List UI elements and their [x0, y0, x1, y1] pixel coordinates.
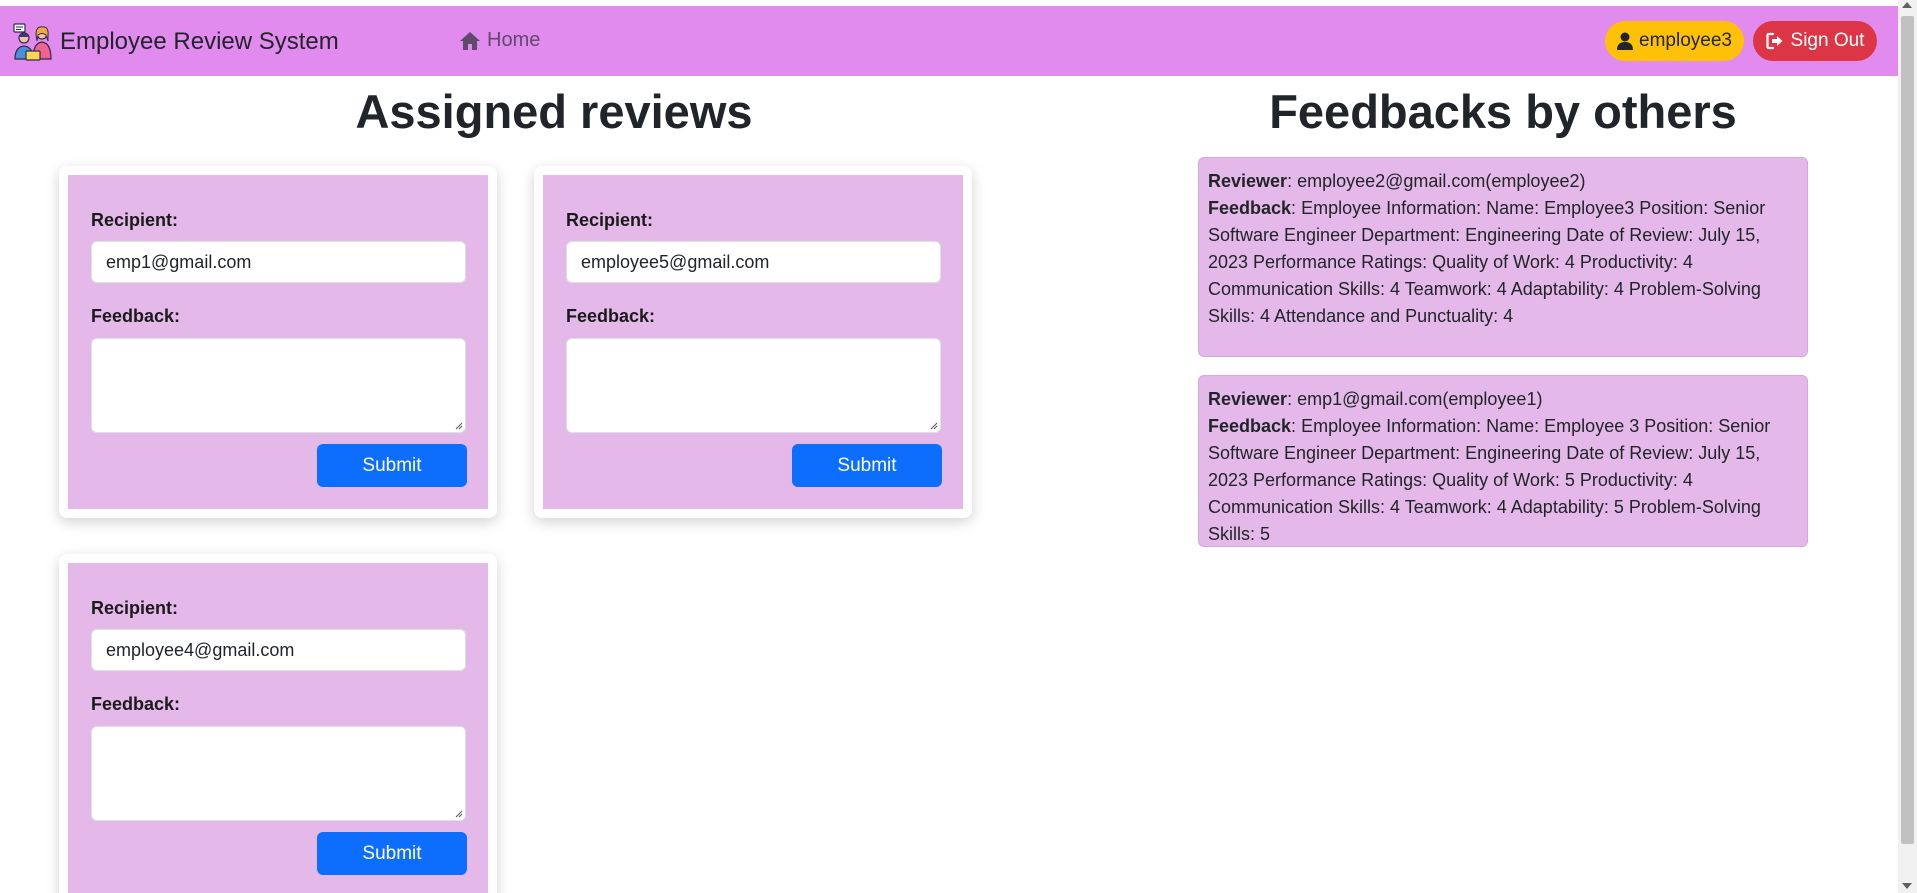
feedbacks-by-others-title: Feedbacks by others	[1269, 85, 1737, 138]
navbar: Employee Review System Home employee3 Si…	[0, 6, 1898, 76]
scroll-up-arrow-icon[interactable]	[1902, 2, 1912, 8]
feedback-label: Feedback	[1208, 416, 1292, 436]
brand-title: Employee Review System	[60, 28, 339, 55]
page: Employee Review System Home employee3 Si…	[0, 0, 1898, 893]
sign-out-button[interactable]: Sign Out	[1753, 21, 1877, 61]
resize-grip-icon[interactable]	[453, 808, 463, 818]
feedback-textarea[interactable]	[91, 726, 466, 821]
recipient-label: Recipient:	[566, 210, 654, 230]
feedback-text: Employee Information: Name: Employee3 Po…	[1208, 198, 1766, 326]
brand[interactable]: Employee Review System	[12, 20, 339, 64]
feedback-card: Reviewer: emp1@gmail.com(employee1) Feed…	[1198, 375, 1808, 547]
review-card-body: Recipient: emp1@gmail.com Feedback: Subm…	[68, 175, 488, 509]
review-card-body: Recipient: employee4@gmail.com Feedback:…	[68, 563, 488, 893]
user-button[interactable]: employee3	[1605, 21, 1744, 61]
reviewer-label: Reviewer	[1208, 389, 1288, 409]
feedback-textarea[interactable]	[91, 338, 466, 433]
recipient-input[interactable]: emp1@gmail.com	[91, 241, 466, 283]
recipient-input[interactable]: employee5@gmail.com	[566, 241, 941, 283]
feedback-line: Feedback: Employee Information: Name: Em…	[1208, 198, 1766, 326]
recipient-input[interactable]: employee4@gmail.com	[91, 629, 466, 671]
recipient-label: Recipient:	[91, 210, 179, 230]
review-card-body: Recipient: employee5@gmail.com Feedback:…	[543, 175, 963, 509]
feedback-text: Employee Information: Name: Employee 3 P…	[1208, 416, 1771, 544]
home-icon	[460, 31, 480, 50]
resize-grip-icon[interactable]	[928, 420, 938, 430]
review-card: Recipient: employee4@gmail.com Feedback:…	[59, 554, 497, 893]
scroll-thumb[interactable]	[1901, 16, 1914, 844]
submit-button[interactable]: Submit	[317, 832, 467, 875]
sign-out-icon	[1765, 32, 1783, 50]
employees-logo-icon	[13, 23, 52, 61]
user-label: employee3	[1639, 30, 1732, 51]
reviewer-value: employee2@gmail.com(employee2)	[1297, 171, 1586, 191]
user-icon	[1617, 32, 1634, 50]
nav-home-link[interactable]: Home	[459, 29, 540, 52]
feedback-line: Feedback: Employee Information: Name: Em…	[1208, 416, 1771, 544]
feedback-textarea[interactable]	[566, 338, 941, 433]
submit-button[interactable]: Submit	[792, 444, 942, 487]
review-card: Recipient: employee5@gmail.com Feedback:…	[534, 166, 972, 518]
assigned-reviews-title: Assigned reviews	[355, 85, 753, 138]
recipient-label: Recipient:	[91, 598, 179, 618]
feedback-label: Feedback:	[566, 306, 656, 326]
reviewer-line: Reviewer: employee2@gmail.com(employee2)	[1208, 171, 1586, 191]
review-card: Recipient: emp1@gmail.com Feedback: Subm…	[59, 166, 497, 518]
feedback-card: Reviewer: employee2@gmail.com(employee2)…	[1198, 157, 1808, 357]
home-label: Home	[487, 29, 541, 51]
scroll-down-arrow-icon[interactable]	[1902, 883, 1912, 889]
feedback-label: Feedback:	[91, 306, 181, 326]
feedback-label: Feedback:	[91, 694, 181, 714]
reviewer-line: Reviewer: emp1@gmail.com(employee1)	[1208, 389, 1543, 409]
page-scrollbar[interactable]	[1898, 0, 1917, 893]
feedback-label: Feedback	[1208, 198, 1292, 218]
reviewer-value: emp1@gmail.com(employee1)	[1297, 389, 1543, 409]
sign-out-label: Sign Out	[1790, 30, 1865, 51]
resize-grip-icon[interactable]	[453, 420, 463, 430]
submit-button[interactable]: Submit	[317, 444, 467, 487]
reviewer-label: Reviewer	[1208, 171, 1288, 191]
